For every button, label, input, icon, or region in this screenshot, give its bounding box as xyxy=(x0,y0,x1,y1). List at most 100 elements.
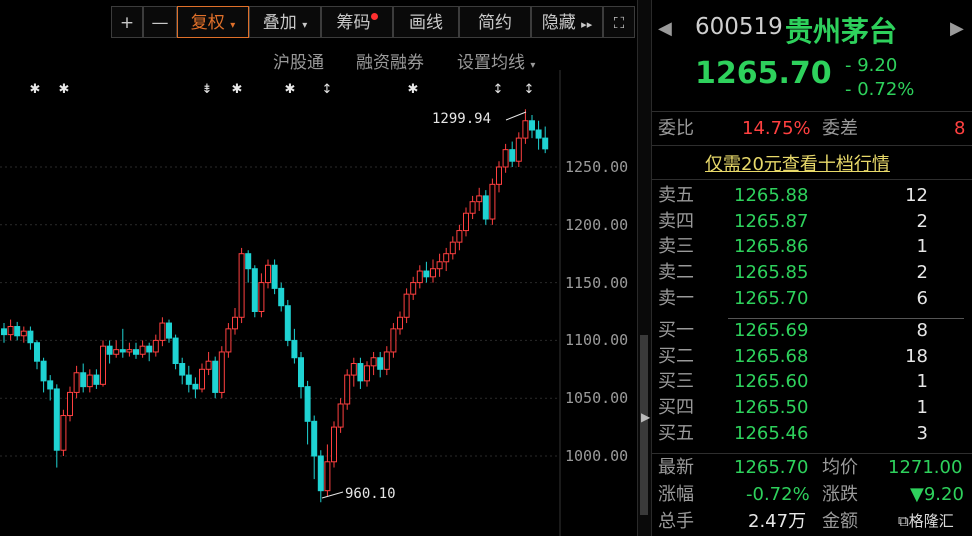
candle[interactable] xyxy=(152,334,159,357)
bid-row[interactable]: 买四 1265.50 1 xyxy=(658,397,968,419)
candle[interactable] xyxy=(192,377,199,399)
candle[interactable] xyxy=(449,236,456,260)
candle[interactable] xyxy=(93,369,100,389)
candle[interactable] xyxy=(469,195,476,220)
candle[interactable] xyxy=(436,253,443,277)
candle[interactable] xyxy=(522,109,529,144)
candle[interactable] xyxy=(139,340,146,358)
candle[interactable] xyxy=(357,357,364,389)
event-marker-icon[interactable]: ✱ xyxy=(232,82,243,97)
ask-row[interactable]: 卖三 1265.86 1 xyxy=(658,236,968,258)
ask-row[interactable]: 卖二 1265.85 2 xyxy=(658,262,968,284)
event-marker-icon[interactable]: ↕ xyxy=(322,82,333,97)
candle[interactable] xyxy=(67,386,73,422)
candle[interactable] xyxy=(106,340,113,364)
candle[interactable] xyxy=(159,317,166,347)
candle[interactable] xyxy=(47,375,54,401)
candle[interactable] xyxy=(443,247,450,272)
scrollbar-thumb[interactable] xyxy=(640,335,648,515)
zoom-in-button[interactable]: + xyxy=(111,6,143,38)
candle[interactable] xyxy=(377,351,384,378)
candle[interactable] xyxy=(60,409,67,456)
event-marker-icon[interactable]: ⇟ xyxy=(202,82,213,97)
candle[interactable] xyxy=(205,351,212,376)
ask-row[interactable]: 卖五 1265.88 12 xyxy=(658,185,968,207)
candle[interactable] xyxy=(489,178,496,225)
fuquan-dropdown[interactable]: 复权 ▾ xyxy=(177,6,249,38)
candle[interactable] xyxy=(218,346,225,399)
level10-promo-link[interactable]: 仅需20元查看十档行情 xyxy=(705,150,890,176)
candle[interactable] xyxy=(185,365,192,393)
candle[interactable] xyxy=(317,450,324,503)
zoom-out-button[interactable]: — xyxy=(143,6,177,38)
ask-row[interactable]: 卖四 1265.87 2 xyxy=(658,211,968,233)
ma-settings-dropdown[interactable]: 设置均线 ▾ xyxy=(457,48,535,73)
candle[interactable] xyxy=(100,340,106,387)
candle[interactable] xyxy=(423,261,430,283)
ask-row[interactable]: 卖一 1265.70 6 xyxy=(658,288,968,310)
candle[interactable] xyxy=(291,328,298,364)
collapse-arrow-icon[interactable]: ▶ xyxy=(641,410,650,424)
candle[interactable] xyxy=(463,207,469,237)
candle[interactable] xyxy=(364,361,370,387)
candle[interactable] xyxy=(502,143,509,173)
candle[interactable] xyxy=(403,288,410,324)
candle[interactable] xyxy=(337,398,344,433)
candle[interactable] xyxy=(383,346,390,376)
chips-button[interactable]: 筹码 xyxy=(321,6,393,38)
kline-chart-area[interactable]: ✱ ✱ ⇟ ✱ ✱ ↕ ✱ ↕ ↕ + — 复权 ▾ 叠加 ▾ 筹码 画线 简约 隐藏 ▸▸ ⛶… xyxy=(0,0,637,536)
candle[interactable] xyxy=(53,384,60,468)
candle[interactable] xyxy=(146,342,153,362)
candle[interactable] xyxy=(397,311,403,335)
event-marker-icon[interactable]: ↕ xyxy=(493,82,504,97)
candle[interactable] xyxy=(515,132,522,167)
candle[interactable] xyxy=(225,323,232,358)
fullscreen-icon[interactable]: ⛶ xyxy=(603,6,635,38)
simple-mode-button[interactable]: 简约 xyxy=(459,6,531,38)
candle[interactable] xyxy=(350,357,357,387)
margin-trading-link[interactable]: 融资融券 xyxy=(356,48,424,73)
candle[interactable] xyxy=(80,363,87,393)
candle[interactable] xyxy=(298,351,304,399)
candle[interactable] xyxy=(331,421,337,468)
candle[interactable] xyxy=(311,415,318,480)
candle[interactable] xyxy=(7,319,14,341)
candle[interactable] xyxy=(113,340,120,358)
candle[interactable] xyxy=(232,308,238,335)
hide-button[interactable]: 隐藏 ▸▸ xyxy=(531,6,603,38)
candle[interactable] xyxy=(476,187,483,211)
candle[interactable] xyxy=(542,126,549,154)
candle[interactable] xyxy=(509,141,516,167)
candle[interactable] xyxy=(14,321,21,341)
candle[interactable] xyxy=(1,323,7,343)
candle[interactable] xyxy=(166,319,172,343)
candle[interactable] xyxy=(278,282,285,312)
candle[interactable] xyxy=(370,351,377,376)
candle[interactable] xyxy=(344,369,351,410)
candle[interactable] xyxy=(27,326,34,350)
candle[interactable] xyxy=(271,259,278,295)
candle[interactable] xyxy=(496,161,502,193)
candle[interactable] xyxy=(133,342,139,359)
candle[interactable] xyxy=(179,357,186,385)
candle[interactable] xyxy=(304,380,311,445)
candle[interactable] xyxy=(535,120,542,150)
candle[interactable] xyxy=(265,259,271,289)
event-marker-icon[interactable]: ✱ xyxy=(408,82,419,97)
candle[interactable] xyxy=(238,247,245,324)
candle[interactable] xyxy=(245,250,252,283)
event-marker-icon[interactable]: ✱ xyxy=(59,82,70,97)
bid-row[interactable]: 买三 1265.60 1 xyxy=(658,371,968,393)
candle[interactable] xyxy=(416,265,423,289)
candle[interactable] xyxy=(258,273,265,318)
event-marker-icon[interactable]: ↕ xyxy=(524,82,535,97)
candle[interactable] xyxy=(40,357,47,393)
candle[interactable] xyxy=(172,334,179,370)
candle[interactable] xyxy=(430,259,436,283)
bid-row[interactable]: 买二 1265.68 18 xyxy=(658,346,968,368)
overlay-dropdown[interactable]: 叠加 ▾ xyxy=(249,6,321,38)
candle[interactable] xyxy=(482,190,489,225)
candle[interactable] xyxy=(34,340,40,370)
hgt-link[interactable]: 沪股通 xyxy=(273,48,324,73)
candle[interactable] xyxy=(73,365,80,399)
